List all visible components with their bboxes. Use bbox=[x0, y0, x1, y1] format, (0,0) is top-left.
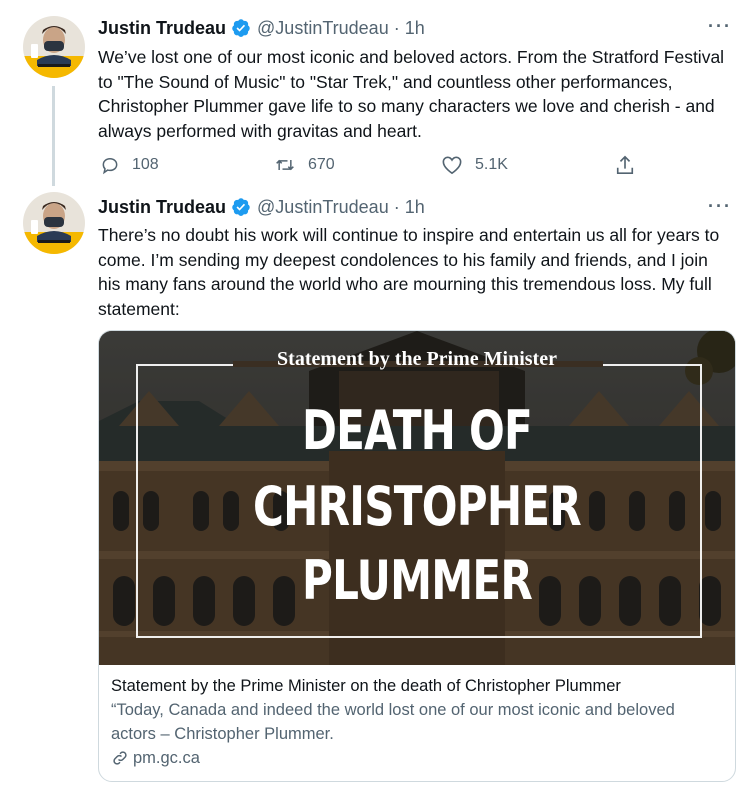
reply-count: 108 bbox=[132, 156, 159, 173]
card-domain[interactable]: pm.gc.ca bbox=[111, 746, 723, 770]
tweet-actions: 108 670 5.1K bbox=[98, 152, 658, 178]
share-icon bbox=[616, 155, 634, 174]
avatar[interactable] bbox=[23, 192, 85, 254]
tweet-header: Justin Trudeau @JustinTrudeau · 1h bbox=[98, 195, 425, 219]
card-title[interactable]: Statement by the Prime Minister on the d… bbox=[111, 674, 723, 698]
more-icon[interactable]: ··· bbox=[708, 16, 732, 37]
link-card[interactable]: Statement by the Prime Minister DEATH OF… bbox=[98, 330, 736, 782]
card-domain-text: pm.gc.ca bbox=[133, 749, 200, 767]
verified-badge-icon bbox=[231, 18, 251, 38]
timestamp[interactable]: 1h bbox=[405, 197, 425, 218]
author-handle[interactable]: @JustinTrudeau bbox=[257, 197, 389, 218]
image-headline-line-3: PLUMMER bbox=[301, 549, 533, 612]
retweet-count: 670 bbox=[308, 156, 335, 173]
verified-badge-icon bbox=[231, 197, 251, 217]
thread-connector-line bbox=[52, 86, 55, 186]
link-icon bbox=[113, 751, 127, 765]
card-image[interactable]: Statement by the Prime Minister DEATH OF… bbox=[99, 331, 735, 665]
tweet-header: Justin Trudeau @JustinTrudeau · 1h bbox=[98, 16, 425, 40]
image-headline-line-1: DEATH OF bbox=[301, 399, 533, 462]
tweet-text: We’ve lost one of our most iconic and be… bbox=[98, 47, 725, 141]
reply-button[interactable]: 108 bbox=[100, 152, 159, 178]
like-button[interactable]: 5.1K bbox=[441, 152, 508, 178]
image-heading: Statement by the Prime Minister bbox=[277, 348, 557, 370]
reply-icon bbox=[102, 157, 118, 175]
author-name[interactable]: Justin Trudeau bbox=[98, 197, 226, 218]
timestamp[interactable]: 1h bbox=[405, 18, 425, 39]
separator-dot: · bbox=[393, 17, 400, 38]
author-handle[interactable]: @JustinTrudeau bbox=[257, 18, 389, 39]
retweet-icon bbox=[276, 159, 294, 171]
avatar[interactable] bbox=[23, 16, 85, 78]
like-count: 5.1K bbox=[475, 156, 508, 173]
tweet-text: There’s no doubt his work will continue … bbox=[98, 225, 720, 319]
card-meta: Statement by the Prime Minister on the d… bbox=[111, 674, 723, 770]
card-description: “Today, Canada and indeed the world lost… bbox=[111, 701, 675, 743]
image-headline-line-2: CHRISTOPHER bbox=[253, 475, 582, 538]
more-icon[interactable]: ··· bbox=[708, 196, 732, 217]
author-name[interactable]: Justin Trudeau bbox=[98, 18, 226, 39]
like-icon bbox=[442, 156, 462, 175]
retweet-button[interactable]: 670 bbox=[274, 152, 335, 178]
separator-dot: · bbox=[393, 196, 400, 217]
share-button[interactable] bbox=[615, 152, 647, 178]
